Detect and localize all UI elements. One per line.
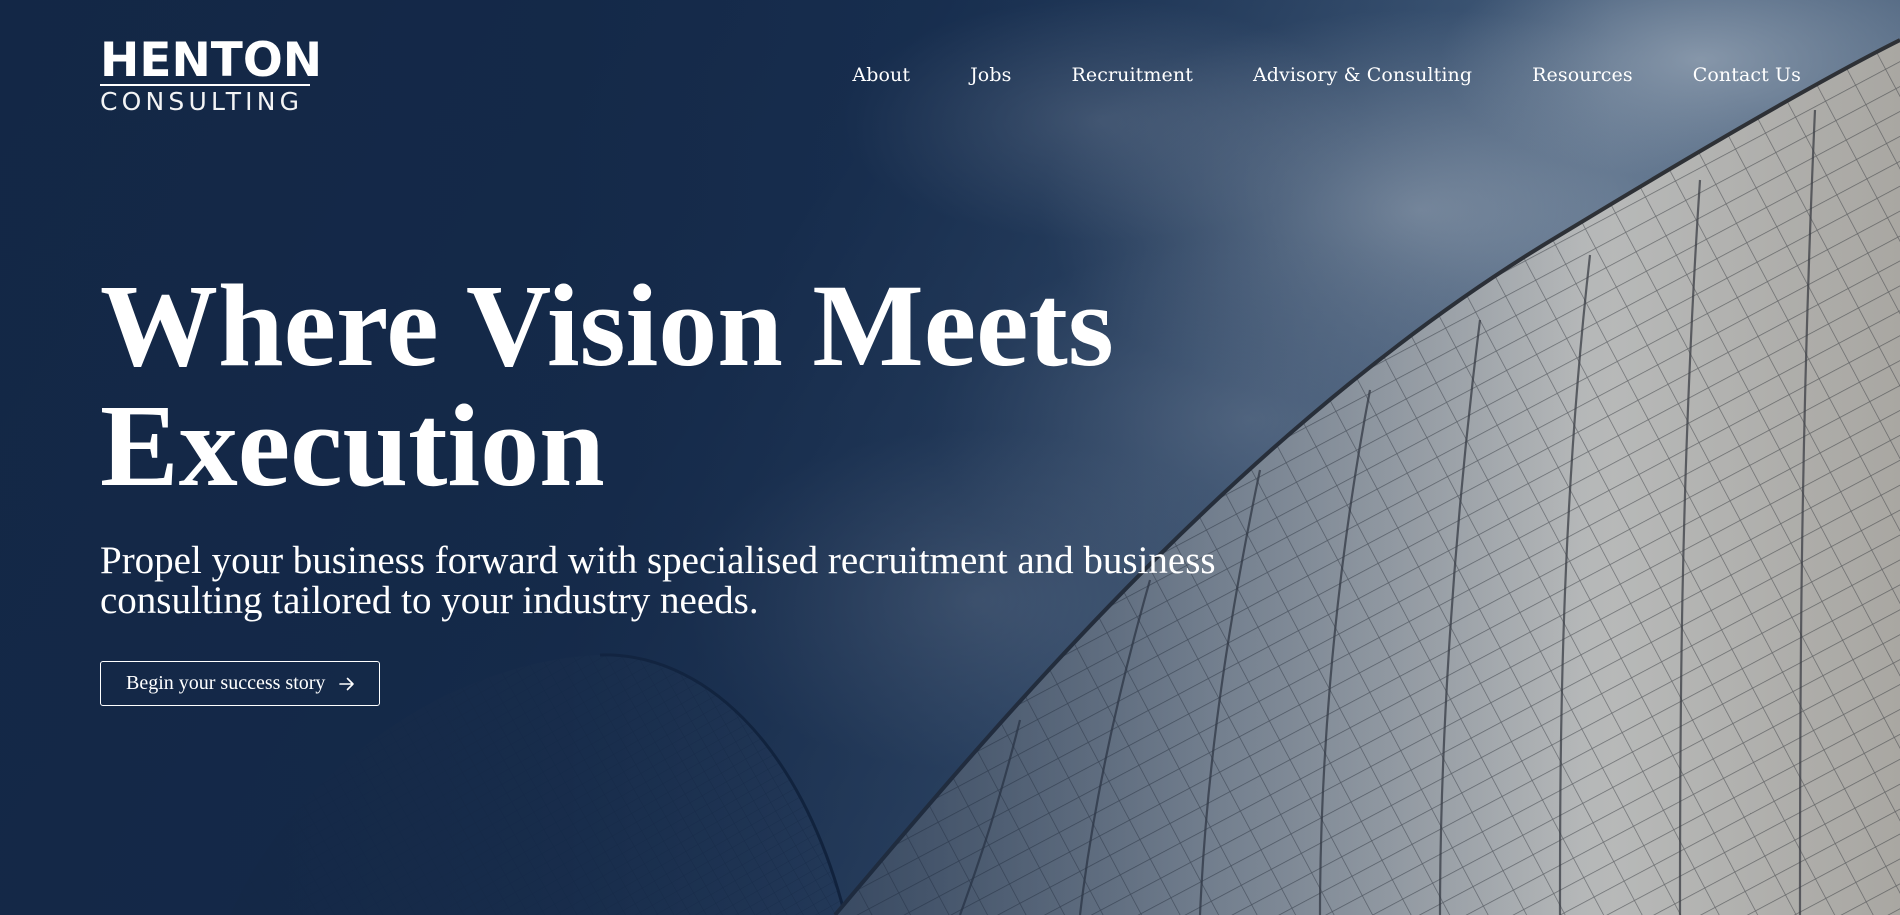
brand-name: HENTON: [100, 33, 323, 88]
nav-link-contact-us[interactable]: Contact Us: [1693, 64, 1801, 86]
nav-link-recruitment[interactable]: Recruitment: [1071, 64, 1192, 86]
begin-success-story-button[interactable]: Begin your success story: [100, 661, 381, 706]
cta-label: Begin your success story: [126, 672, 326, 694]
arrow-right-icon: [339, 677, 355, 690]
brand-tagline: CONSULTING: [100, 87, 304, 116]
nav-link-advisory-consulting[interactable]: Advisory & Consulting: [1253, 64, 1472, 86]
nav-link-jobs[interactable]: Jobs: [970, 64, 1011, 86]
brand-logo[interactable]: HENTON CONSULTING: [100, 33, 323, 116]
main-navigation: About Jobs Recruitment Advisory & Consul…: [852, 64, 1801, 86]
hero-section: HENTON CONSULTING About Jobs Recruitment…: [0, 0, 1900, 915]
nav-link-about[interactable]: About: [852, 64, 910, 86]
nav-link-resources[interactable]: Resources: [1532, 64, 1633, 86]
hero-subheadline: Propel your business forward with specia…: [100, 539, 1216, 622]
hero-headline: Where Vision Meets Execution: [100, 260, 1114, 511]
